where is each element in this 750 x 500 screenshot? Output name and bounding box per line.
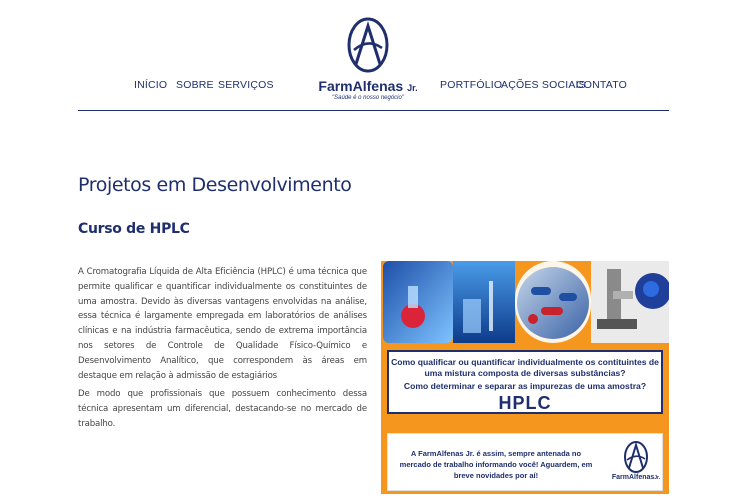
logo-suffix: Jr. — [407, 83, 418, 93]
nav-item-acoes-sociais[interactable]: AÇÕES SOCIAIS — [501, 79, 586, 91]
lab-photos-collage — [381, 261, 669, 346]
nav-item-inicio[interactable]: INÍCIO — [134, 79, 167, 91]
hplc-heading: HPLC — [498, 393, 552, 413]
site-logo[interactable]: FarmAlfenas Jr. "Saúde é o nosso negócio… — [318, 14, 418, 106]
logo-emblem-icon — [624, 441, 648, 473]
nav-item-sobre[interactable]: SOBRE — [176, 79, 214, 91]
question-box: Como qualificar ou quantificar individua… — [387, 350, 663, 414]
nav-item-contato[interactable]: CONTATO — [576, 79, 627, 91]
nav-item-portfolio[interactable]: PORTFÓLIO — [440, 79, 502, 91]
logo-tagline: "Saúde é o nosso negócio" — [332, 95, 404, 101]
banner-logo-name: FarmAlfenasJr. — [611, 474, 661, 481]
logo-name: FarmAlfenas Jr. — [318, 78, 418, 94]
logo-emblem-icon — [347, 17, 389, 73]
page-title: Projetos em Desenvolvimento — [78, 174, 352, 196]
nav-item-servicos[interactable]: SERVIÇOS — [218, 79, 274, 91]
article-body: A Cromatografia Líquida de Alta Eficiênc… — [78, 265, 367, 436]
banner-logo: FarmAlfenasJr. — [610, 440, 662, 488]
paragraph: A Cromatografia Líquida de Alta Eficiênc… — [78, 267, 367, 381]
question-1: Como qualificar ou quantificar individua… — [391, 357, 659, 378]
paragraph: De modo que profissionais que possuem co… — [78, 389, 367, 429]
promo-text: A FarmAlfenas Jr. é assim, sempre antena… — [399, 449, 593, 480]
section-subtitle: Curso de HPLC — [78, 221, 190, 237]
hplc-course-banner: Como qualificar ou quantificar individua… — [381, 261, 669, 494]
banner-logo-suffix: Jr. — [654, 475, 661, 481]
question-2: Como determinar e separar as impurezas d… — [403, 381, 647, 391]
promo-box: A FarmAlfenas Jr. é assim, sempre antena… — [387, 433, 663, 491]
site-header: INÍCIO SOBRE SERVIÇOS FarmAlfenas Jr. "S… — [78, 0, 669, 111]
